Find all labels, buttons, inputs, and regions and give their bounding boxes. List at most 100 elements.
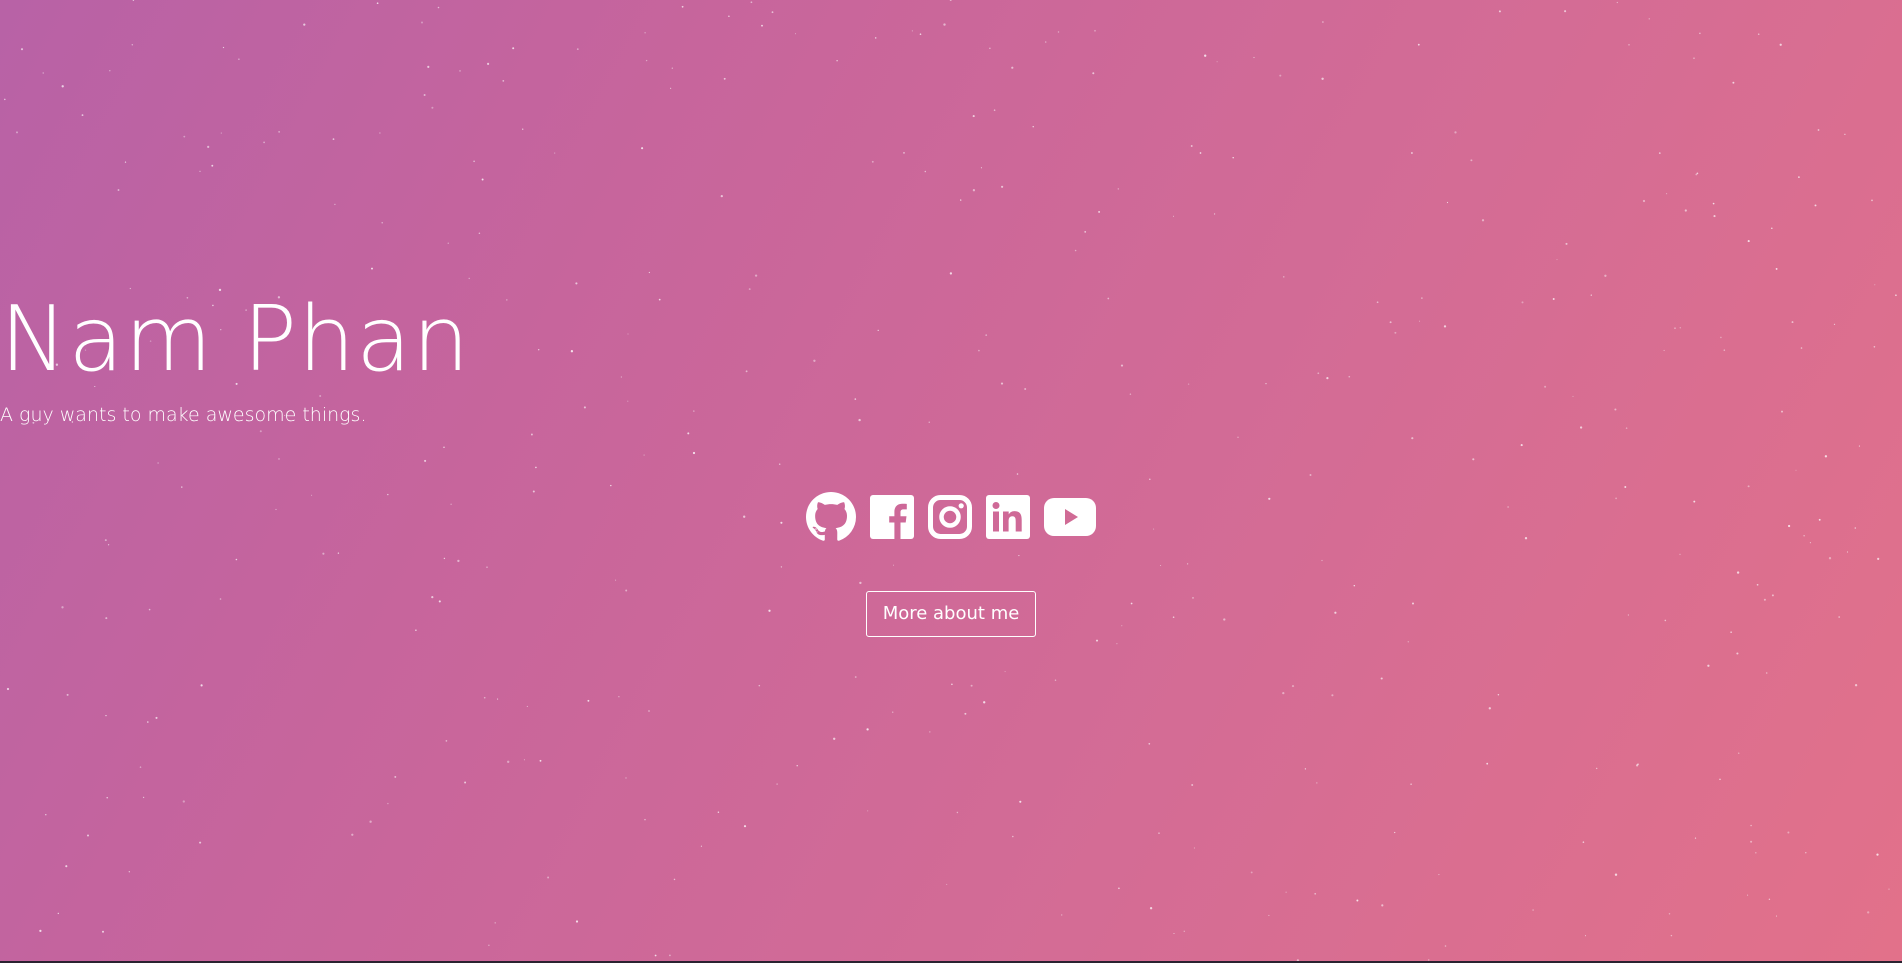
- star-dot: [648, 710, 650, 712]
- star-dot: [502, 80, 505, 82]
- star-dot: [1771, 227, 1773, 229]
- star-dot: [1094, 29, 1096, 32]
- star-dot: [132, 0, 135, 1]
- star-dot: [671, 67, 673, 69]
- star-dot: [625, 777, 627, 779]
- page-title: Nam Phan: [0, 287, 471, 392]
- star-dot: [181, 486, 183, 488]
- social-links: [0, 491, 1902, 543]
- star-dot: [278, 458, 280, 460]
- star-dot: [972, 115, 975, 118]
- star-dot: [1763, 598, 1766, 601]
- star-dot: [303, 23, 306, 26]
- star-dot: [859, 581, 862, 585]
- star-dot: [459, 70, 461, 72]
- star-dot: [219, 598, 222, 600]
- star-dot: [1316, 782, 1318, 784]
- star-dot: [1747, 485, 1750, 488]
- star-dot: [723, 77, 726, 80]
- star-dot: [437, 6, 440, 9]
- star-dot: [468, 277, 470, 280]
- star-dot: [1732, 81, 1735, 84]
- star-dot: [478, 232, 481, 234]
- star-dot: [891, 711, 894, 713]
- star-dot: [1057, 31, 1060, 33]
- star-dot: [1019, 800, 1022, 803]
- star-dot: [155, 716, 158, 719]
- star-dot: [983, 701, 986, 704]
- star-dot: [486, 566, 488, 569]
- star-dot: [673, 878, 676, 881]
- star-dot: [1814, 204, 1817, 207]
- star-dot: [157, 462, 159, 464]
- star-dot: [1411, 437, 1414, 440]
- star-dot: [1331, 694, 1334, 697]
- more-about-me-button[interactable]: More about me: [866, 591, 1036, 637]
- star-dot: [351, 833, 354, 836]
- star-dot: [45, 814, 47, 816]
- star-dot: [1737, 752, 1740, 754]
- star-dot: [1304, 768, 1307, 770]
- linkedin-link[interactable]: [986, 491, 1030, 543]
- star-dot: [643, 454, 645, 456]
- star-dot: [1172, 215, 1175, 217]
- star-dot: [1253, 56, 1255, 59]
- star-dot: [1871, 199, 1873, 202]
- star-dot: [148, 608, 151, 611]
- star-dot: [970, 684, 973, 687]
- star-dot: [615, 579, 617, 581]
- star-dot: [387, 802, 389, 805]
- star-dot: [980, 167, 982, 169]
- star-dot: [1130, 602, 1133, 605]
- star-dot: [415, 629, 417, 631]
- star-dot: [488, 944, 490, 946]
- star-dot: [1410, 783, 1412, 785]
- star-dot: [1488, 707, 1491, 710]
- star-dot: [1321, 559, 1323, 562]
- star-dot: [750, 1, 753, 4]
- star-dot: [1095, 639, 1099, 642]
- star-dot: [57, 912, 59, 915]
- github-icon: [806, 492, 856, 541]
- star-dot: [989, 47, 991, 49]
- youtube-link[interactable]: [1044, 491, 1096, 543]
- star-dot: [1757, 33, 1760, 35]
- star-dot: [1664, 619, 1667, 622]
- star-dot: [1614, 873, 1618, 876]
- star-dot: [1888, 888, 1890, 890]
- star-dot: [424, 459, 427, 462]
- star-dot: [1199, 152, 1202, 154]
- star-dot: [1148, 742, 1151, 745]
- star-dot: [960, 199, 962, 201]
- star-dot: [507, 760, 510, 763]
- star-dot: [1407, 641, 1410, 643]
- star-dot: [39, 929, 42, 933]
- star-dot: [182, 800, 185, 803]
- star-dot: [1824, 455, 1828, 458]
- github-link[interactable]: [806, 491, 856, 543]
- star-dot: [554, 152, 556, 154]
- star-dot: [648, 271, 651, 274]
- star-dot: [1736, 652, 1739, 655]
- star-dot: [278, 131, 280, 133]
- star-dot: [431, 596, 434, 599]
- star-dot: [20, 48, 24, 51]
- star-dot: [1666, 193, 1668, 195]
- facebook-link[interactable]: [870, 491, 914, 543]
- star-dot: [109, 70, 111, 72]
- star-dot: [483, 696, 486, 699]
- instagram-link[interactable]: [928, 491, 972, 543]
- star-dot: [1679, 553, 1681, 556]
- star-dot: [1204, 54, 1207, 57]
- star-dot: [1321, 77, 1324, 80]
- star-dot: [1736, 571, 1740, 574]
- star-dot: [1291, 685, 1295, 688]
- star-dot: [951, 683, 953, 686]
- star-dot: [1584, 935, 1587, 937]
- star-dot: [1098, 210, 1101, 213]
- star-dot: [1250, 871, 1253, 874]
- star-dot: [892, 564, 895, 566]
- star-dot: [1556, 259, 1558, 261]
- star-dot: [943, 23, 946, 26]
- star-dot: [1380, 677, 1383, 680]
